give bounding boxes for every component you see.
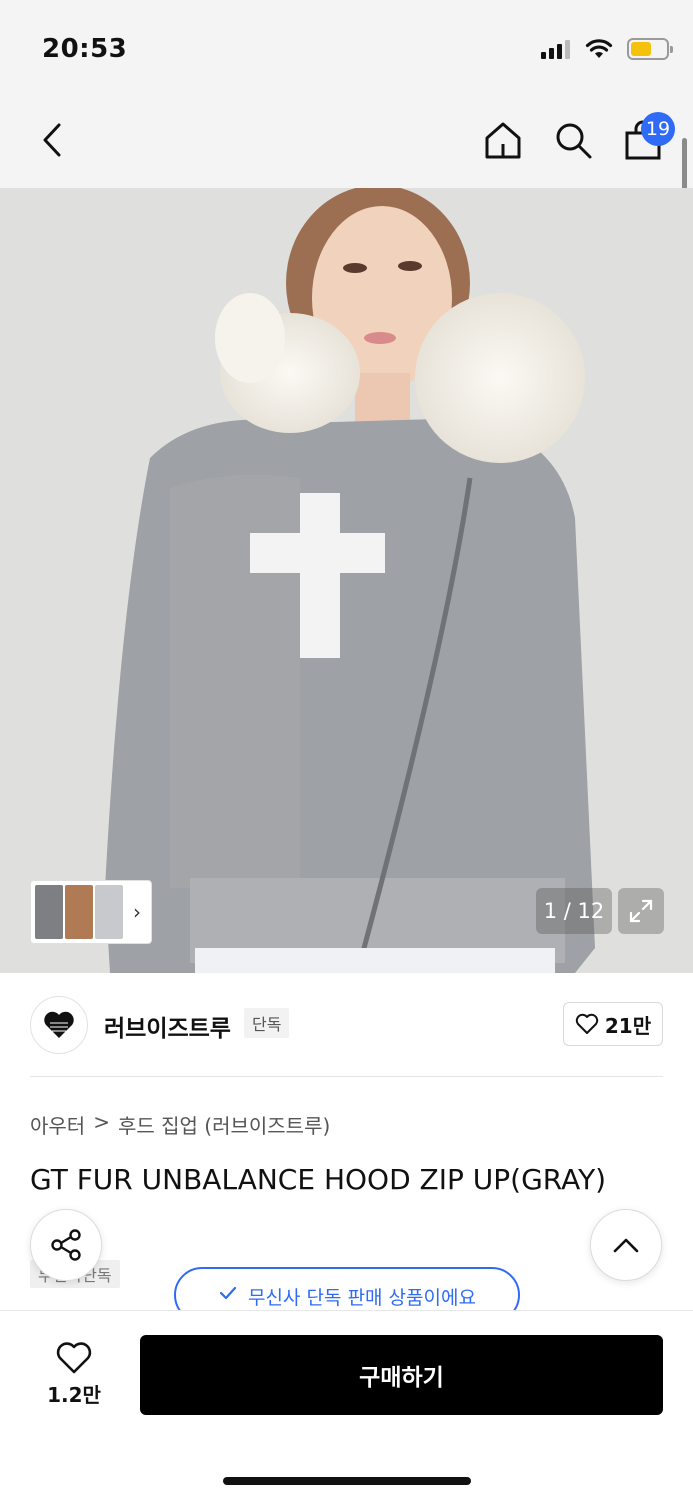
product-title: GT FUR UNBALANCE HOOD ZIP UP(GRAY) (30, 1163, 607, 1196)
expand-button[interactable] (618, 888, 664, 934)
thumbnail-2[interactable] (65, 885, 93, 939)
scroll-top-button[interactable] (590, 1209, 662, 1281)
signal-icon (541, 40, 570, 59)
brand-name[interactable]: 러브이즈트루 (104, 1009, 231, 1043)
home-button[interactable] (481, 116, 525, 164)
brand-row: 러브이즈트루 단독 21만 (30, 996, 663, 1054)
exclusive-banner-text: 무신사 단독 판매 상품이에요 (248, 1287, 476, 1309)
thumbnail-1[interactable] (35, 885, 63, 939)
share-button[interactable] (30, 1209, 102, 1281)
expand-icon (629, 899, 653, 923)
share-icon (51, 1229, 81, 1261)
status-time: 20:53 (42, 34, 128, 64)
product-photo (0, 188, 693, 973)
breadcrumb: 아우터 > 후드 집업 (러브이즈트루) (30, 1110, 330, 1139)
breadcrumb-subcategory[interactable]: 후드 집업 (러브이즈트루) (118, 1110, 330, 1139)
bottom-action-bar: 1.2만 구매하기 (0, 1310, 693, 1500)
breadcrumb-separator: > (93, 1110, 110, 1134)
brand-like-button[interactable]: 21만 (563, 1002, 663, 1046)
breadcrumb-category[interactable]: 아우터 (30, 1110, 85, 1139)
status-bar: 20:53 (0, 0, 693, 96)
divider (30, 1076, 663, 1077)
status-icons (541, 38, 673, 60)
home-indicator[interactable] (223, 1477, 471, 1485)
back-button[interactable] (30, 118, 74, 162)
brand-exclusive-tag: 단독 (244, 1008, 290, 1038)
thumbnail-3[interactable] (95, 885, 123, 939)
brand-logo[interactable] (30, 996, 88, 1054)
heart-logo-icon (44, 1011, 74, 1038)
top-navigation: 19 (0, 96, 693, 188)
nav-actions: 19 (481, 112, 675, 164)
thumbnail-strip[interactable]: › (30, 880, 152, 944)
cart-count-badge: 19 (641, 112, 675, 146)
check-icon (219, 1286, 237, 1300)
buy-button[interactable]: 구매하기 (140, 1335, 663, 1415)
brand-like-count: 21만 (604, 1013, 652, 1038)
product-image-gallery[interactable]: › 1 / 12 (0, 188, 693, 973)
heart-outline-icon (575, 1013, 599, 1034)
heart-icon (56, 1342, 92, 1374)
search-button[interactable] (551, 116, 595, 164)
cart-button[interactable]: 19 (621, 112, 675, 164)
search-icon (556, 123, 592, 159)
wishlist-button[interactable]: 1.2만 (30, 1341, 118, 1411)
home-icon (485, 122, 521, 159)
wishlist-count: 1.2만 (47, 1383, 101, 1407)
battery-icon (627, 38, 673, 60)
chevron-right-icon[interactable]: › (133, 900, 141, 924)
back-chevron-icon (43, 123, 61, 157)
wifi-icon (585, 39, 613, 58)
chevron-up-icon (613, 1238, 639, 1253)
image-counter: 1 / 12 (536, 888, 612, 934)
